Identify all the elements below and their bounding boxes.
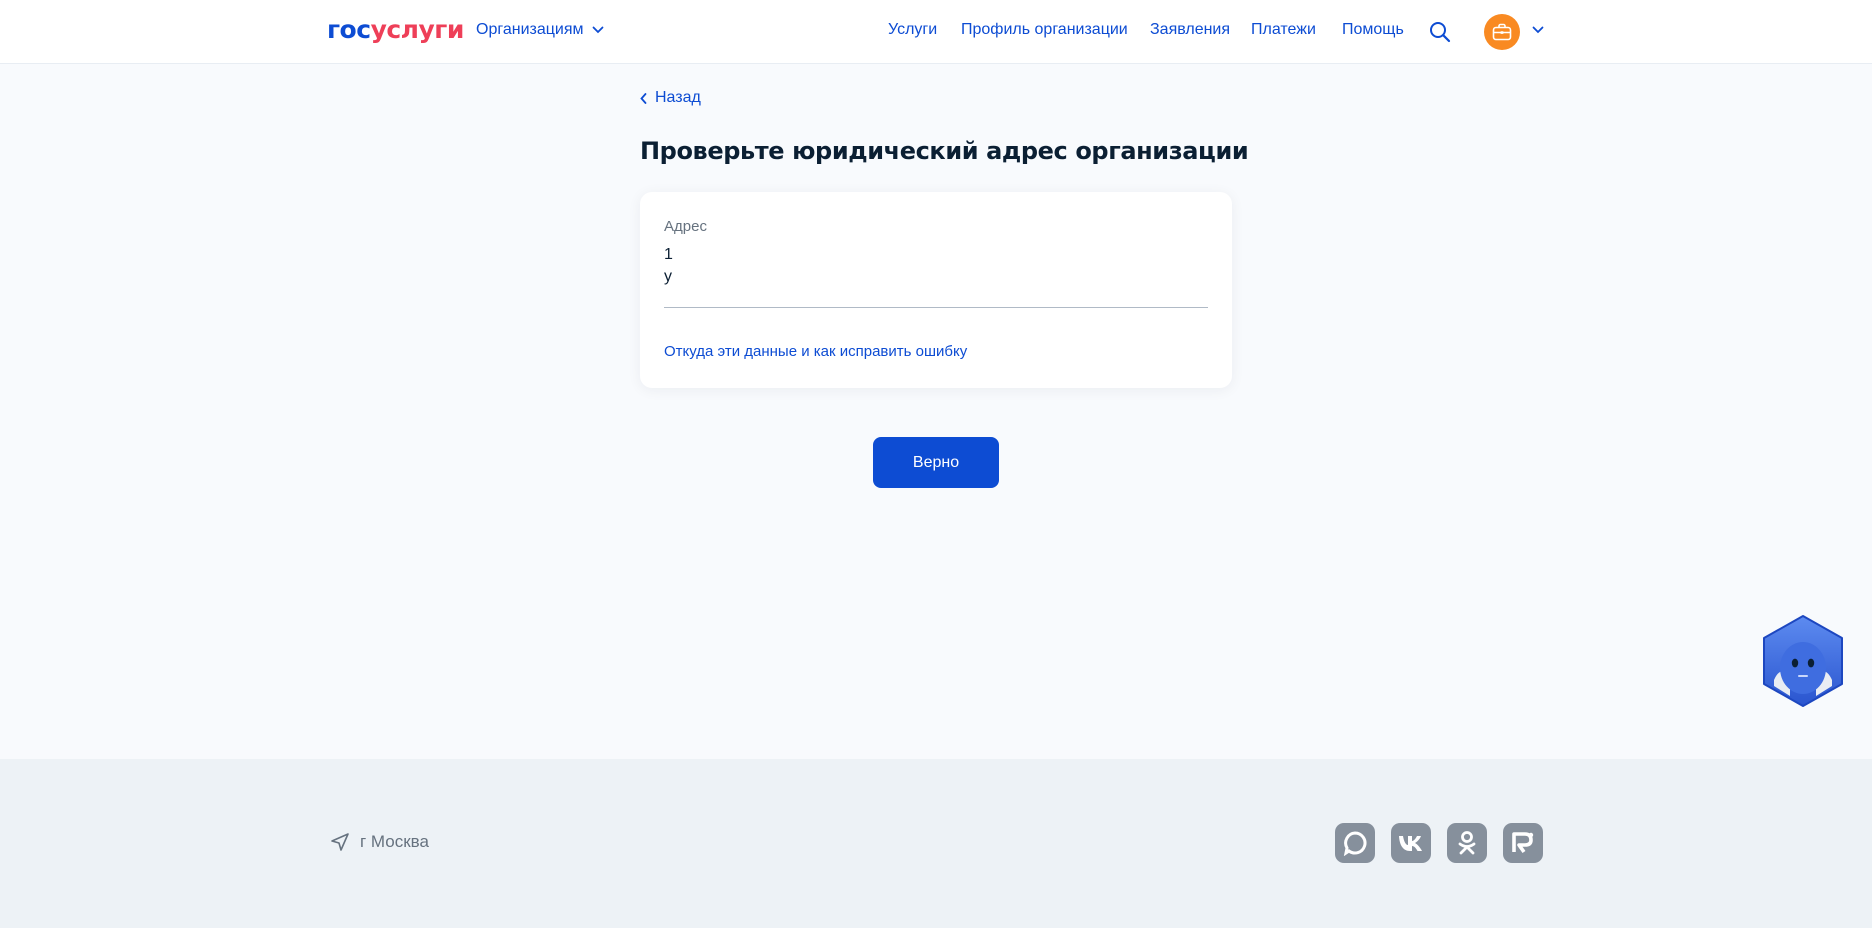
data-source-help-link[interactable]: Откуда эти данные и как исправить ошибку <box>664 343 967 360</box>
nav-org-profile[interactable]: Профиль организации <box>961 21 1128 39</box>
footer: г Москва <box>0 759 1872 928</box>
organizations-menu-label: Организациям <box>476 21 584 38</box>
nav-services[interactable]: Услуги <box>888 21 937 39</box>
rutube-icon[interactable] <box>1503 823 1543 863</box>
search-icon[interactable] <box>1428 20 1452 44</box>
chevron-down-icon <box>592 26 603 34</box>
address-label: Адрес <box>664 218 707 235</box>
nav-payments[interactable]: Платежи <box>1251 21 1316 39</box>
top-header: госуслуги Организациям Услуги Профиль ор… <box>0 0 1872 64</box>
location-selector[interactable]: г Москва <box>330 832 429 852</box>
back-link[interactable]: Назад <box>640 89 701 107</box>
location-arrow-icon <box>331 833 349 851</box>
confirm-button[interactable]: Верно <box>873 437 999 488</box>
max-icon[interactable] <box>1335 823 1375 863</box>
page-title: Проверьте юридический адрес организации <box>640 137 1249 165</box>
account-chevron-down-icon[interactable] <box>1532 26 1544 34</box>
nav-applications[interactable]: Заявления <box>1150 21 1230 39</box>
address-card: Адрес 1 у Откуда эти данные и как исправ… <box>640 192 1232 388</box>
gosuslugi-logo[interactable]: госуслуги <box>327 15 464 44</box>
chevron-left-icon <box>640 92 647 104</box>
logo-part-uslugi: услуги <box>370 15 465 44</box>
organizations-menu[interactable]: Организациям <box>476 21 604 39</box>
assistant-bot-icon[interactable] <box>1760 614 1846 708</box>
social-links <box>1335 823 1543 863</box>
logo-part-gos: гос <box>327 15 371 44</box>
organization-avatar[interactable] <box>1484 14 1520 50</box>
back-link-label: Назад <box>655 89 701 106</box>
vk-icon[interactable] <box>1391 823 1431 863</box>
ok-icon[interactable] <box>1447 823 1487 863</box>
address-field[interactable]: 1 у <box>664 244 1208 308</box>
nav-help[interactable]: Помощь <box>1342 21 1404 39</box>
briefcase-icon <box>1492 23 1512 41</box>
location-label: г Москва <box>360 832 429 851</box>
